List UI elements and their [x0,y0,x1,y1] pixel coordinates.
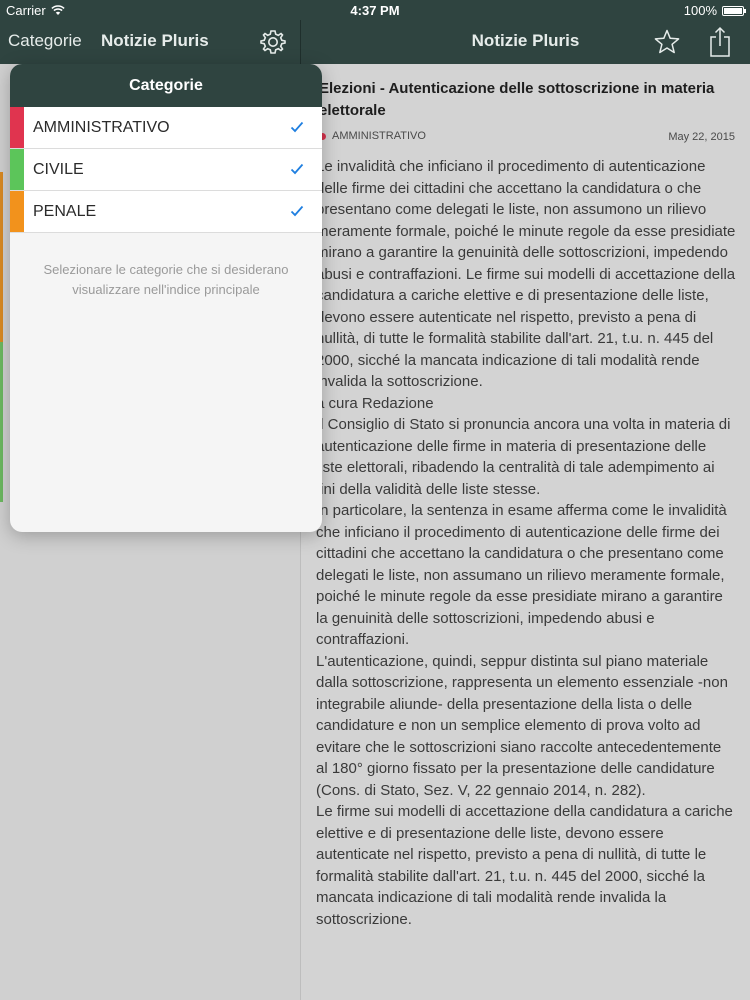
gear-icon[interactable] [259,28,287,56]
article-paragraph: a cura Redazione [316,394,434,412]
list-category-stripe [0,342,3,502]
category-label: PENALE [33,203,97,220]
categorie-button[interactable]: Categorie [8,31,82,51]
checkmark-icon [290,121,304,133]
article-category: AMMINISTRATIVO [319,130,426,142]
category-list: AMMINISTRATIVO CIVILE PENALE [10,107,322,233]
category-color-bar [10,191,24,232]
list-category-stripe [0,172,3,342]
article-paragraph: In particolare, la sentenza in esame aff… [316,502,727,648]
article-paragraph: Le firme sui modelli di accettazione del… [316,803,733,928]
article-detail[interactable]: Elezioni - Autenticazione delle sottoscr… [301,64,750,1000]
category-row-amministrativo[interactable]: AMMINISTRATIVO [10,107,322,149]
checkmark-icon [290,205,304,217]
detail-nav-bar: Notizie Pluris [301,20,750,64]
category-color-bar [10,107,24,148]
battery-percent: 100% [683,3,717,18]
category-color-bar [10,149,24,190]
share-icon[interactable] [707,26,733,58]
checkmark-icon [290,163,304,175]
popover-title: Categorie [10,64,322,107]
article-paragraph: Le invalidità che inficiano il procedime… [316,158,736,390]
status-bar: Carrier 4:37 PM 100% [0,0,750,20]
article-body: Le invalidità che inficiano il procedime… [316,156,736,930]
status-right: 100% [683,3,746,18]
category-label: CIVILE [33,161,84,178]
article-paragraph: L'autenticazione, quindi, seppur distint… [316,652,728,799]
categories-popover: Categorie AMMINISTRATIVO CIVILE PENALE S… [10,64,322,532]
category-row-civile[interactable]: CIVILE [10,149,322,191]
detail-nav-title: Notizie Pluris [471,31,580,50]
article-category-label: AMMINISTRATIVO [332,130,426,142]
battery-icon [722,5,746,16]
category-label: AMMINISTRATIVO [33,119,170,136]
article-date: May 22, 2015 [668,131,735,143]
status-time: 4:37 PM [350,3,400,18]
article-paragraph: Il Consiglio di Stato si pronuncia ancor… [316,416,731,498]
star-icon[interactable] [653,28,681,56]
article-title: Elezioni - Autenticazione delle sottoscr… [319,80,715,119]
category-row-penale[interactable]: PENALE [10,191,322,233]
master-nav-title: Notizie Pluris [101,31,209,50]
popover-instructions: Selezionare le categorie che si desidera… [43,262,289,297]
